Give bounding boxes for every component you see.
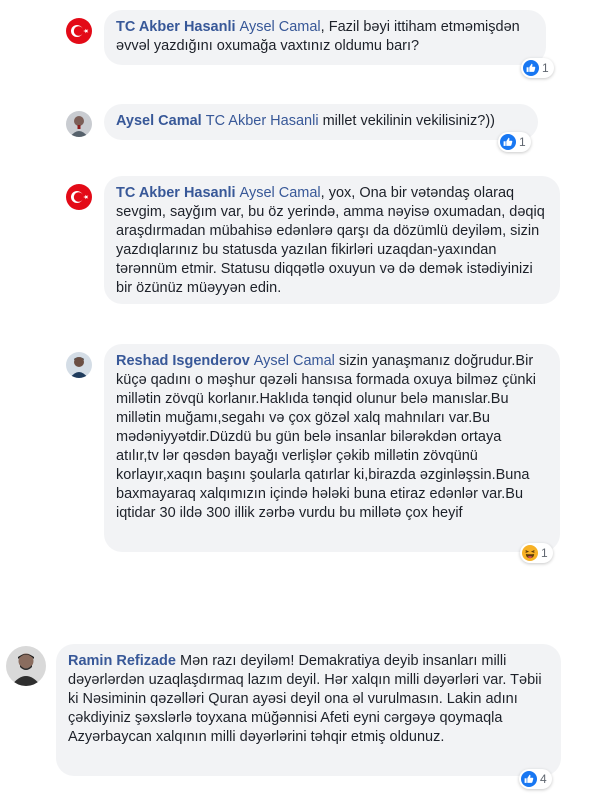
like-icon	[521, 771, 537, 787]
comment-bubble: Aysel Camal TC Akber Hasanli millet vekil…	[104, 104, 538, 140]
comment-bubble: TC Akber Hasanli Aysel Camal, yox, Ona bi…	[104, 176, 560, 304]
reaction-badge[interactable]: 1	[520, 543, 553, 563]
user-photo-avatar[interactable]	[66, 111, 92, 137]
comment-author[interactable]: Reshad Isgenderov	[116, 353, 250, 369]
haha-icon	[522, 545, 538, 561]
comment-text: millet vekilinin vekilisiniz?))	[318, 113, 496, 129]
comment-bubble: Reshad Isgenderov Aysel Camal sizin yanaş…	[104, 344, 560, 552]
turkish-flag-avatar[interactable]	[66, 184, 92, 210]
user-photo-avatar[interactable]	[6, 646, 46, 686]
comment-mention[interactable]: TC Akber Hasanli	[206, 113, 319, 129]
comment-mention[interactable]: Aysel Camal	[240, 185, 321, 201]
comment-mention[interactable]: Aysel Camal	[254, 353, 335, 369]
reaction-count: 1	[542, 61, 549, 75]
reaction-badge[interactable]: 1	[521, 58, 554, 78]
reaction-count: 1	[519, 135, 526, 149]
reaction-count: 4	[540, 772, 547, 786]
comment-bubble: Ramin Refizade Mən razı deyiləm! Demakrat…	[56, 644, 561, 776]
comment-text: , yox, Ona bir vətəndaş olaraq sevgim, s…	[116, 185, 545, 296]
user-photo-avatar[interactable]	[66, 352, 92, 378]
comment-bubble: TC Akber Hasanli Aysel Camal, Fazil bəyi …	[104, 10, 546, 65]
turkish-flag-avatar[interactable]	[66, 18, 92, 44]
comment-author[interactable]: TC Akber Hasanli	[116, 185, 236, 201]
reaction-badge[interactable]: 4	[519, 769, 552, 789]
reaction-badge[interactable]: 1	[498, 132, 531, 152]
like-icon	[523, 60, 539, 76]
reaction-count: 1	[541, 546, 548, 560]
like-icon	[500, 134, 516, 150]
comment-author[interactable]: Ramin Refizade	[68, 653, 176, 669]
comment-author[interactable]: Aysel Camal	[116, 113, 202, 129]
comment-text: sizin yanaşmanız doğrudur.Bir küçə qadın…	[116, 353, 536, 521]
comment-mention[interactable]: Aysel Camal	[240, 19, 321, 35]
comment-author[interactable]: TC Akber Hasanli	[116, 19, 236, 35]
